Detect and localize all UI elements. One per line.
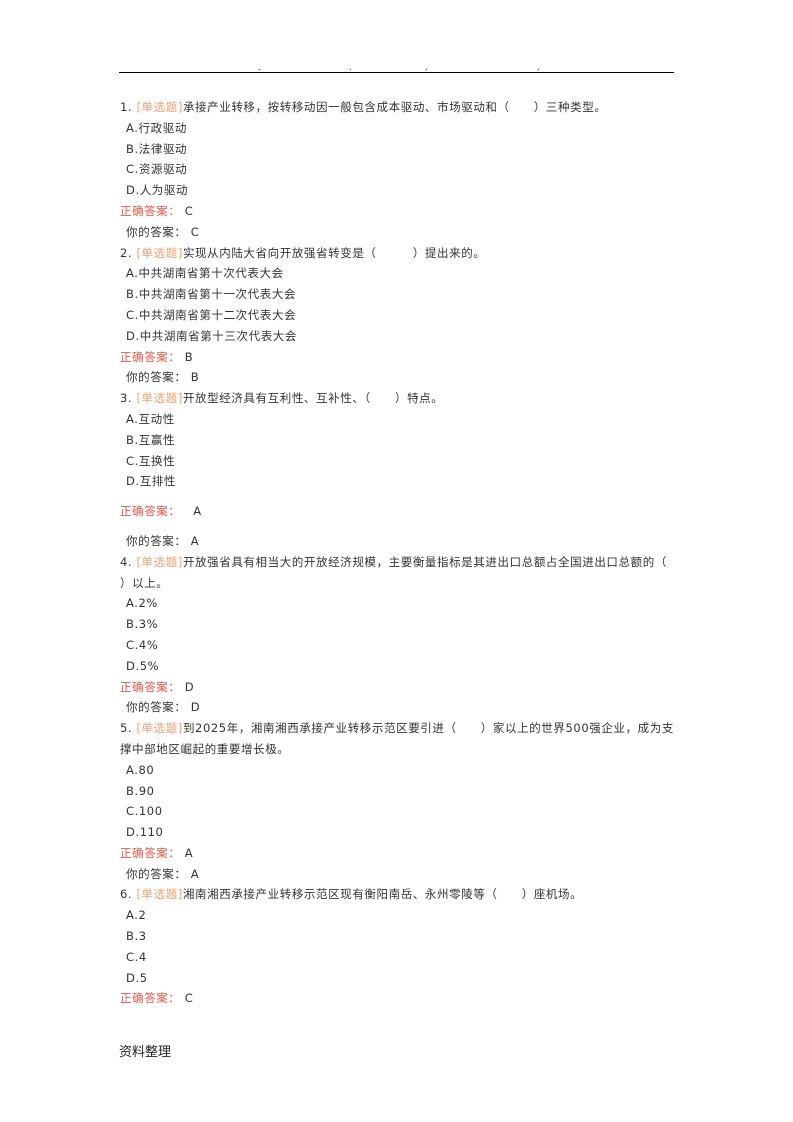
option-a: A.2% [126,596,158,611]
question-number: 3. [120,391,133,406]
correct-answer-value: C [184,203,194,218]
header-dot: . [349,63,352,72]
your-answer-row: 你的答案： A [120,864,680,885]
option-a: A.2 [126,908,147,923]
question-stem: 2. [单选题]实现从内陆大省向开放强省转变是（ ）提出来的。 [120,243,680,264]
option-d: D.互排性 [126,474,177,489]
your-answer-label: 你的答案： [126,866,187,881]
question-stem: 4. [单选题]开放强省具有相当大的开放经济规模，主要衡量指标是其进出口总额占全… [120,552,703,594]
correct-answer-label: 正确答案： [120,349,181,364]
correct-answer-value: B [184,349,194,364]
your-answer-row: 你的答案： C [120,222,680,243]
question-number: 5. [120,721,133,736]
question-type-tag: [单选题] [136,100,183,114]
question-stem: 3. [单选题]开放型经济具有互利性、互补性、（ ）特点。 [120,388,680,409]
option-b: B.法律驱动 [126,141,188,156]
option-d: D.5% [126,658,160,673]
option-c: C.4% [126,637,159,652]
your-answer-value: D [190,700,201,715]
correct-answer-label: 正确答案： [120,991,181,1006]
question-3: 3. [单选题]开放型经济具有互利性、互补性、（ ）特点。 A.互动性 B.互赢… [120,388,680,552]
your-answer-label: 你的答案： [126,533,187,548]
question-list: 1. [单选题]承接产业转移，按转移动因一般包含成本驱动、市场驱动和（ ）三种类… [120,97,703,1009]
correct-answer-value: A [193,504,202,519]
your-answer-label: 你的答案： [126,224,187,239]
question-type-tag: [单选题] [136,887,183,902]
question-number: 4. [120,554,133,569]
question-stem: 1. [单选题]承接产业转移，按转移动因一般包含成本驱动、市场驱动和（ ）三种类… [120,97,680,118]
question-text: 到2025年，湘南湘西承接产业转移示范区要引进（ ）家以上的世界500强企业，成… [120,721,674,756]
header-dot: . [425,63,428,72]
question-number: 6. [120,887,133,902]
header-dot: . [537,63,540,72]
option-d: D.110 [126,825,164,840]
option-b: B.90 [126,783,155,798]
correct-answer-row: 正确答案： A [120,843,680,864]
your-answer-label: 你的答案： [126,700,187,715]
question-5: 5. [单选题]到2025年，湘南湘西承接产业转移示范区要引进（ ）家以上的世界… [120,718,680,884]
your-answer-label: 你的答案： [126,370,187,385]
your-answer-row: 你的答案： D [120,697,680,718]
your-answer-value: A [190,866,200,881]
question-text: 承接产业转移，按转移动因一般包含成本驱动、市场驱动和（ ）三种类型。 [182,100,607,114]
question-type-tag: [单选题] [136,391,183,406]
question-type-tag: [单选题] [136,721,183,736]
question-number: 2. [120,245,133,260]
question-stem: 5. [单选题]到2025年，湘南湘西承接产业转移示范区要引进（ ）家以上的世界… [120,718,680,760]
question-6: 6. [单选题]湘南湘西承接产业转移示范区现有衡阳南岳、永州零陵等（ ）座机场。… [120,884,680,1009]
question-text: 开放型经济具有互利性、互补性、（ ）特点。 [182,391,444,406]
your-answer-value: B [190,370,200,385]
question-4: 4. [单选题]开放强省具有相当大的开放经济规模，主要衡量指标是其进出口总额占全… [120,552,703,718]
your-answer-row: 你的答案： A [120,531,680,552]
question-text: 开放强省具有相当大的开放经济规模，主要衡量指标是其进出口总额占全国进出口总额的（… [120,554,704,590]
option-b: B.3 [126,929,147,944]
option-c: C.4 [126,949,147,964]
correct-answer-label: 正确答案： [120,679,181,694]
option-c: C.资源驱动 [126,162,188,177]
option-b: B.中共湖南省第十一次代表大会 [126,287,297,302]
question-1: 1. [单选题]承接产业转移，按转移动因一般包含成本驱动、市场驱动和（ ）三种类… [120,97,680,243]
correct-answer-label: 正确答案： [120,504,181,519]
header-dot: . [258,63,261,72]
correct-answer-row: 正确答案： C [120,201,680,222]
question-text: 实现从内陆大省向开放强省转变是（ ）提出来的。 [182,245,486,260]
correct-answer-value: C [184,991,194,1006]
your-answer-value: A [190,533,200,548]
question-stem: 6. [单选题]湘南湘西承接产业转移示范区现有衡阳南岳、永州零陵等（ ）座机场。 [120,884,680,905]
question-number: 1. [120,100,133,114]
option-d: D.人为驱动 [126,183,189,198]
option-a: A.行政驱动 [126,120,187,135]
header-rule [119,72,674,73]
option-c: C.100 [126,804,163,819]
correct-answer-value: A [184,845,194,860]
correct-answer-value: D [184,679,195,694]
your-answer-value: C [190,224,200,239]
question-2: 2. [单选题]实现从内陆大省向开放强省转变是（ ）提出来的。 A.中共湖南省第… [120,243,680,389]
correct-answer-row: 正确答案： C [120,988,680,1009]
correct-answer-row: 正确答案： B [120,347,680,368]
option-a: A.中共湖南省第十次代表大会 [126,266,284,281]
correct-answer-label: 正确答案： [120,845,181,860]
correct-answer-label: 正确答案： [120,203,181,218]
option-d: D.中共湖南省第十三次代表大会 [126,328,298,343]
question-text: 湘南湘西承接产业转移示范区现有衡阳南岳、永州零陵等（ ）座机场。 [182,887,583,902]
your-answer-row: 你的答案： B [120,367,680,388]
option-b: B.3% [126,617,159,632]
option-b: B.互赢性 [126,432,176,447]
footer-text: 资料整理 [119,1045,172,1060]
option-c: C.互换性 [126,453,176,468]
option-d: D.5 [126,970,148,985]
option-a: A.互动性 [126,411,175,426]
correct-answer-row: 正确答案： A [120,501,680,522]
correct-answer-row: 正确答案： D [120,677,680,698]
option-c: C.中共湖南省第十二次代表大会 [126,307,297,322]
option-a: A.80 [126,762,155,777]
question-type-tag: [单选题] [136,245,183,260]
question-type-tag: [单选题] [136,554,183,569]
